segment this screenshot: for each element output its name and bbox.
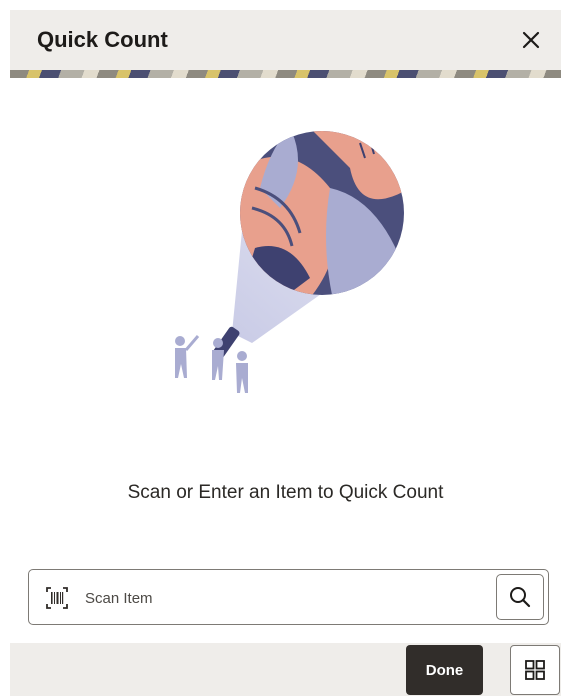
barcode-scan-icon[interactable] bbox=[45, 586, 69, 610]
dialog-footer: Done bbox=[10, 643, 561, 696]
dialog-title: Quick Count bbox=[37, 27, 168, 52]
done-button[interactable]: Done bbox=[406, 645, 483, 695]
decorative-banner bbox=[10, 70, 561, 78]
search-icon bbox=[510, 587, 531, 608]
spotlight-people-illustration bbox=[175, 131, 404, 393]
close-button[interactable] bbox=[515, 24, 547, 56]
scan-item-input[interactable] bbox=[83, 582, 487, 614]
scan-item-field[interactable] bbox=[28, 569, 549, 625]
instruction-text: Scan or Enter an Item to Quick Count bbox=[127, 482, 444, 503]
close-icon bbox=[522, 31, 540, 49]
app-menu-button[interactable] bbox=[510, 645, 560, 695]
grid-icon bbox=[525, 660, 545, 680]
search-button[interactable] bbox=[496, 574, 544, 620]
dialog-header: Quick Count bbox=[10, 10, 561, 70]
quick-count-dialog: Quick Count Scan or Enter an Item to Qui… bbox=[10, 10, 561, 696]
